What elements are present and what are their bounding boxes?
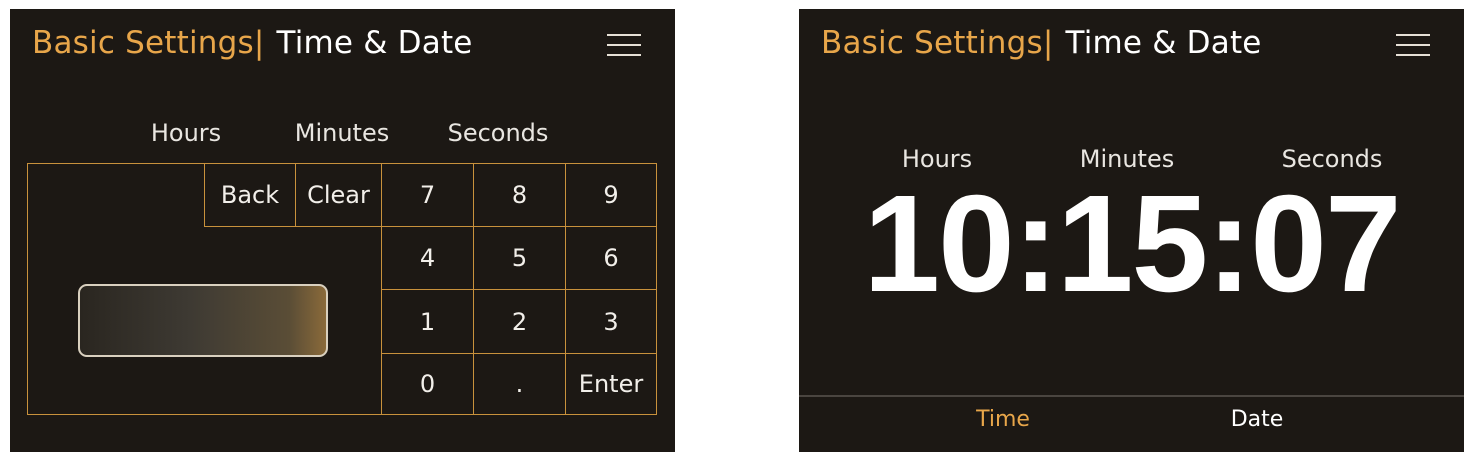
tab-time[interactable]: Time — [976, 407, 1030, 432]
time-display[interactable]: 10:15:07 — [799, 169, 1464, 319]
tab-divider — [799, 395, 1464, 397]
title-main: Basic Settings — [32, 25, 254, 61]
hours-header: Hours — [150, 119, 222, 147]
key-8[interactable]: 8 — [473, 163, 566, 227]
time-entry-screen: Basic Settings| Time & Date Hours Minutes… — [10, 9, 675, 452]
value-display-field[interactable] — [78, 284, 328, 357]
page-title: Basic Settings| Time & Date — [32, 25, 473, 61]
title-sub: Time & Date — [276, 25, 473, 61]
key-2[interactable]: 2 — [473, 289, 566, 354]
key-0[interactable]: 0 — [381, 353, 474, 415]
title-main: Basic Settings — [821, 25, 1043, 61]
key-7[interactable]: 7 — [381, 163, 474, 227]
seconds-header: Seconds — [447, 119, 549, 147]
key-5[interactable]: 5 — [473, 226, 566, 290]
minutes-header: Minutes — [294, 119, 390, 147]
hamburger-menu-icon[interactable] — [607, 31, 643, 59]
hamburger-menu-icon[interactable] — [1396, 31, 1432, 59]
title-sub: Time & Date — [1065, 25, 1262, 61]
key-dot[interactable]: . — [473, 353, 566, 415]
key-9[interactable]: 9 — [565, 163, 657, 227]
back-button[interactable]: Back — [204, 163, 296, 227]
page-title: Basic Settings| Time & Date — [821, 25, 1262, 61]
key-4[interactable]: 4 — [381, 226, 474, 290]
key-3[interactable]: 3 — [565, 289, 657, 354]
title-separator: | — [1042, 25, 1054, 61]
enter-button[interactable]: Enter — [565, 353, 657, 415]
title-separator: | — [253, 25, 265, 61]
tab-date[interactable]: Date — [1231, 407, 1284, 432]
time-display-screen: Basic Settings| Time & Date Hours Minutes… — [799, 9, 1464, 452]
clear-button[interactable]: Clear — [295, 163, 382, 227]
key-6[interactable]: 6 — [565, 226, 657, 290]
key-1[interactable]: 1 — [381, 289, 474, 354]
